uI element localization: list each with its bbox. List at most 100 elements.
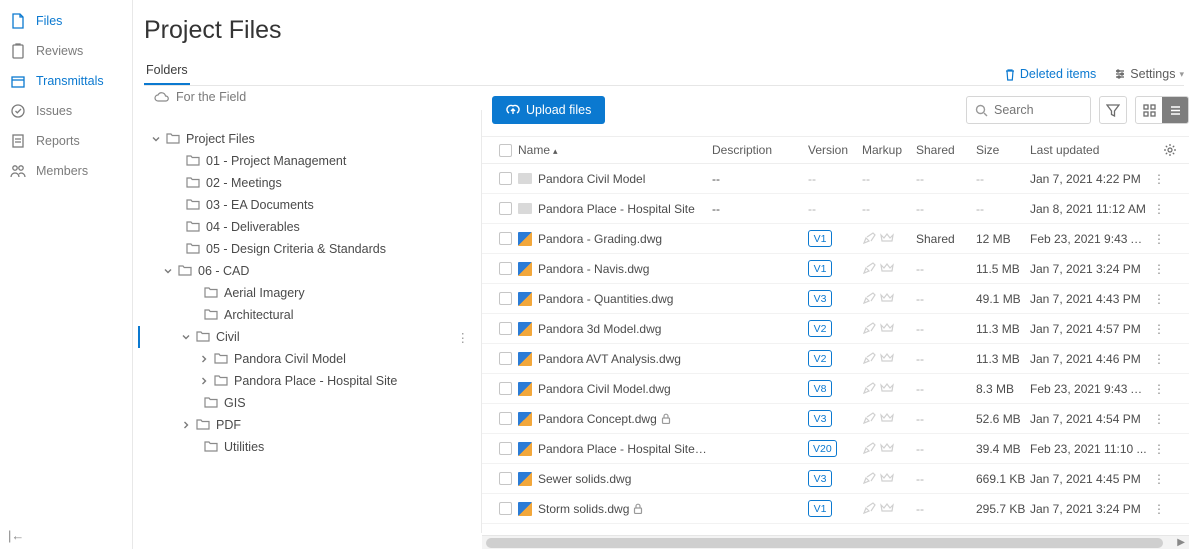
row-menu-button[interactable]: ⋮ [1148,382,1170,396]
row-menu-button[interactable]: ⋮ [1148,322,1170,336]
row-checkbox[interactable] [492,412,518,425]
file-name-cell[interactable]: Pandora Concept.dwg [518,412,712,426]
issue-icon[interactable] [880,382,894,395]
table-row[interactable]: Pandora Concept.dwg V3 -- 52.6 MB Jan 7,… [482,404,1189,434]
col-size[interactable]: Size [976,143,1030,157]
version-badge[interactable]: V2 [808,320,832,337]
table-row[interactable]: Pandora Place - Hospital Site.dwg V20 --… [482,434,1189,464]
nav-issues[interactable]: Issues [0,96,132,126]
version-badge[interactable]: V2 [808,350,832,367]
tree-item[interactable]: 01 - Project Management [140,150,481,172]
tree-item[interactable]: Pandora Place - Hospital Site [140,370,481,392]
version-badge[interactable]: V1 [808,500,832,517]
row-menu-button[interactable]: ⋮ [1148,202,1170,216]
row-menu-button[interactable]: ⋮ [1148,292,1170,306]
upload-button[interactable]: Upload files [492,96,605,124]
row-menu-button[interactable]: ⋮ [1148,172,1170,186]
version-badge[interactable]: V8 [808,380,832,397]
tree-item[interactable]: Architectural [140,304,481,326]
file-name-cell[interactable]: Pandora - Grading.dwg [518,232,712,246]
file-name-cell[interactable]: Storm solids.dwg [518,502,712,516]
col-description[interactable]: Description [712,143,808,157]
row-menu-button[interactable]: ⋮ [1148,232,1170,246]
issue-icon[interactable] [880,502,894,515]
row-checkbox[interactable] [492,202,518,215]
row-menu-button[interactable]: ⋮ [1148,472,1170,486]
nav-reviews[interactable]: Reviews [0,36,132,66]
list-view-button[interactable] [1162,97,1188,123]
issue-icon[interactable] [880,412,894,425]
markup-icon[interactable] [862,352,876,365]
nav-transmittals[interactable]: Transmittals [0,66,132,96]
markup-icon[interactable] [862,232,876,245]
table-row[interactable]: Pandora Civil Model.dwg V8 -- 8.3 MB Feb… [482,374,1189,404]
table-row[interactable]: Sewer solids.dwg V3 -- 669.1 KB Jan 7, 2… [482,464,1189,494]
tree-item[interactable]: PDF [140,414,481,436]
issue-icon[interactable] [880,472,894,485]
row-menu-button[interactable]: ⋮ [1148,352,1170,366]
chevron-down-icon[interactable] [150,133,162,145]
row-checkbox[interactable] [492,472,518,485]
tree-item[interactable]: 02 - Meetings [140,172,481,194]
table-row[interactable]: Storm solids.dwg V1 -- 295.7 KB Jan 7, 2… [482,494,1189,524]
chevron-down-icon[interactable] [162,265,174,277]
table-row[interactable]: Pandora - Navis.dwg V1 -- 11.5 MB Jan 7,… [482,254,1189,284]
markup-icon[interactable] [862,322,876,335]
col-name[interactable]: Name▴ [518,143,712,157]
breadcrumb-label[interactable]: For the Field [176,90,246,104]
nav-members[interactable]: Members [0,156,132,186]
issue-icon[interactable] [880,322,894,335]
tree-item[interactable]: Civil ⋮ [138,326,481,348]
file-name-cell[interactable]: Pandora 3d Model.dwg [518,322,712,336]
issue-icon[interactable] [880,292,894,305]
version-badge[interactable]: V3 [808,290,832,307]
row-checkbox[interactable] [492,442,518,455]
version-badge[interactable]: V3 [808,410,832,427]
table-settings-button[interactable] [1163,143,1177,157]
filter-button[interactable] [1099,96,1127,124]
file-name-cell[interactable]: Pandora - Quantities.dwg [518,292,712,306]
row-menu-button[interactable]: ⋮ [1148,502,1170,516]
chevron-right-icon[interactable] [198,375,210,387]
horizontal-scrollbar[interactable]: ▶ [482,535,1189,549]
markup-icon[interactable] [862,412,876,425]
row-menu-button[interactable]: ⋮ [1148,412,1170,426]
col-updated[interactable]: Last updated [1030,143,1148,157]
issue-icon[interactable] [880,232,894,245]
search-input[interactable] [994,103,1074,117]
table-row[interactable]: Pandora 3d Model.dwg V2 -- 11.3 MB Jan 7… [482,314,1189,344]
file-name-cell[interactable]: Pandora - Navis.dwg [518,262,712,276]
row-menu-button[interactable]: ⋮ [1148,262,1170,276]
file-name-cell[interactable]: Pandora Place - Hospital Site.dwg [518,442,712,456]
markup-icon[interactable] [862,292,876,305]
table-row[interactable]: Pandora - Quantities.dwg V3 -- 49.1 MB J… [482,284,1189,314]
row-checkbox[interactable] [492,232,518,245]
file-name-cell[interactable]: Sewer solids.dwg [518,472,712,486]
row-checkbox[interactable] [492,322,518,335]
tree-item[interactable]: 03 - EA Documents [140,194,481,216]
table-row[interactable]: Pandora Place - Hospital Site -- -- -- -… [482,194,1189,224]
chevron-right-icon[interactable] [180,419,192,431]
table-row[interactable]: Pandora Civil Model -- -- -- -- -- Jan 7… [482,164,1189,194]
search-input-wrap[interactable] [966,96,1091,124]
markup-icon[interactable] [862,472,876,485]
tree-item[interactable]: Aerial Imagery [140,282,481,304]
tree-item[interactable]: 04 - Deliverables [140,216,481,238]
markup-icon[interactable] [862,502,876,515]
issue-icon[interactable] [880,442,894,455]
nav-files[interactable]: Files [0,6,132,36]
version-badge[interactable]: V1 [808,260,832,277]
file-name-cell[interactable]: Pandora Civil Model [518,172,712,186]
col-version[interactable]: Version [808,143,862,157]
tree-item[interactable]: 06 - CAD [140,260,481,282]
tree-item[interactable]: Project Files [140,128,481,150]
chevron-down-icon[interactable] [180,331,192,343]
row-checkbox[interactable] [492,382,518,395]
chevron-right-icon[interactable] [198,353,210,365]
table-row[interactable]: Pandora - Grading.dwg V1 Shared 12 MB Fe… [482,224,1189,254]
markup-icon[interactable] [862,382,876,395]
version-badge[interactable]: V1 [808,230,832,247]
tree-item[interactable]: GIS [140,392,481,414]
tree-item[interactable]: Utilities [140,436,481,458]
tree-item[interactable]: 05 - Design Criteria & Standards [140,238,481,260]
